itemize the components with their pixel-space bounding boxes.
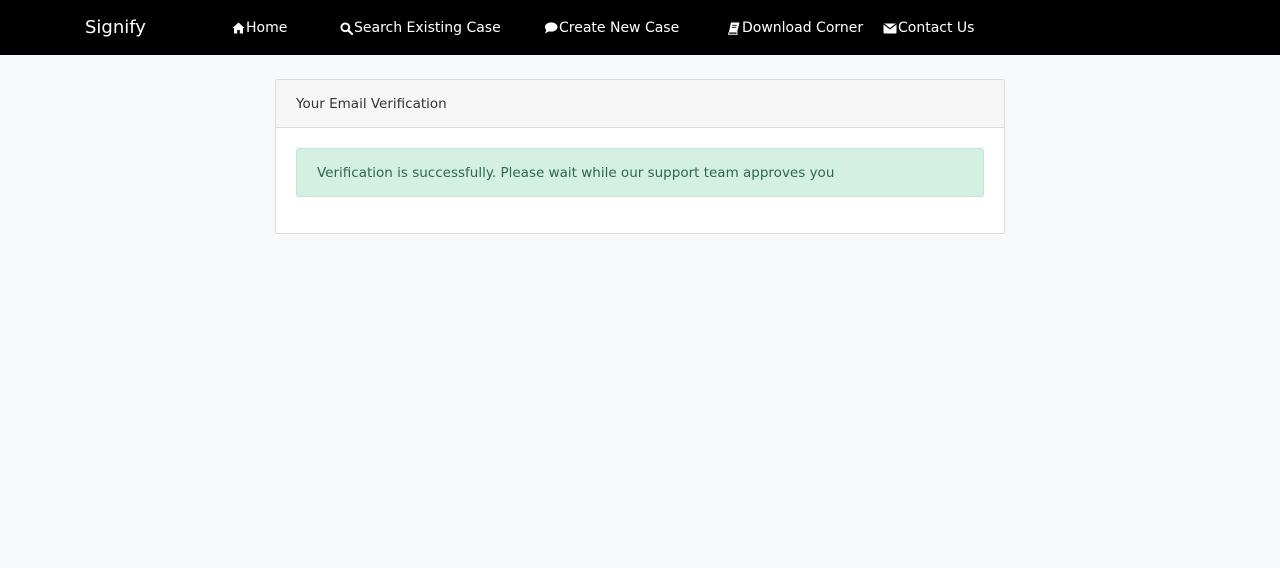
success-alert-message: Verification is successfully. Please wai… [317,165,835,181]
brand-logo[interactable]: Signify [85,16,146,40]
top-navbar: Signify Home Search Existing Case Create… [0,0,1280,55]
book-icon [727,21,741,35]
envelope-icon [882,21,897,35]
comment-icon [544,21,558,35]
nav-search-label: Search Existing Case [354,20,501,36]
success-alert: Verification is successfully. Please wai… [296,148,984,197]
nav-download-label: Download Corner [742,20,864,36]
home-icon [231,21,245,35]
nav-download-corner[interactable]: Download Corner [727,18,863,38]
nav-contact-us[interactable]: Contact Us [882,18,974,38]
nav-create-new-case[interactable]: Create New Case [544,18,679,38]
nav-contact-label: Contact Us [898,20,975,36]
nav-search-existing-case[interactable]: Search Existing Case [339,18,501,38]
nav-home[interactable]: Home [231,18,287,38]
nav-home-label: Home [246,20,288,36]
search-icon [339,21,353,35]
card-title: Your Email Verification [296,96,447,112]
nav-create-label: Create New Case [559,20,680,36]
card-header: Your Email Verification [276,80,1004,128]
email-verification-card: Your Email Verification Verification is … [275,79,1005,234]
